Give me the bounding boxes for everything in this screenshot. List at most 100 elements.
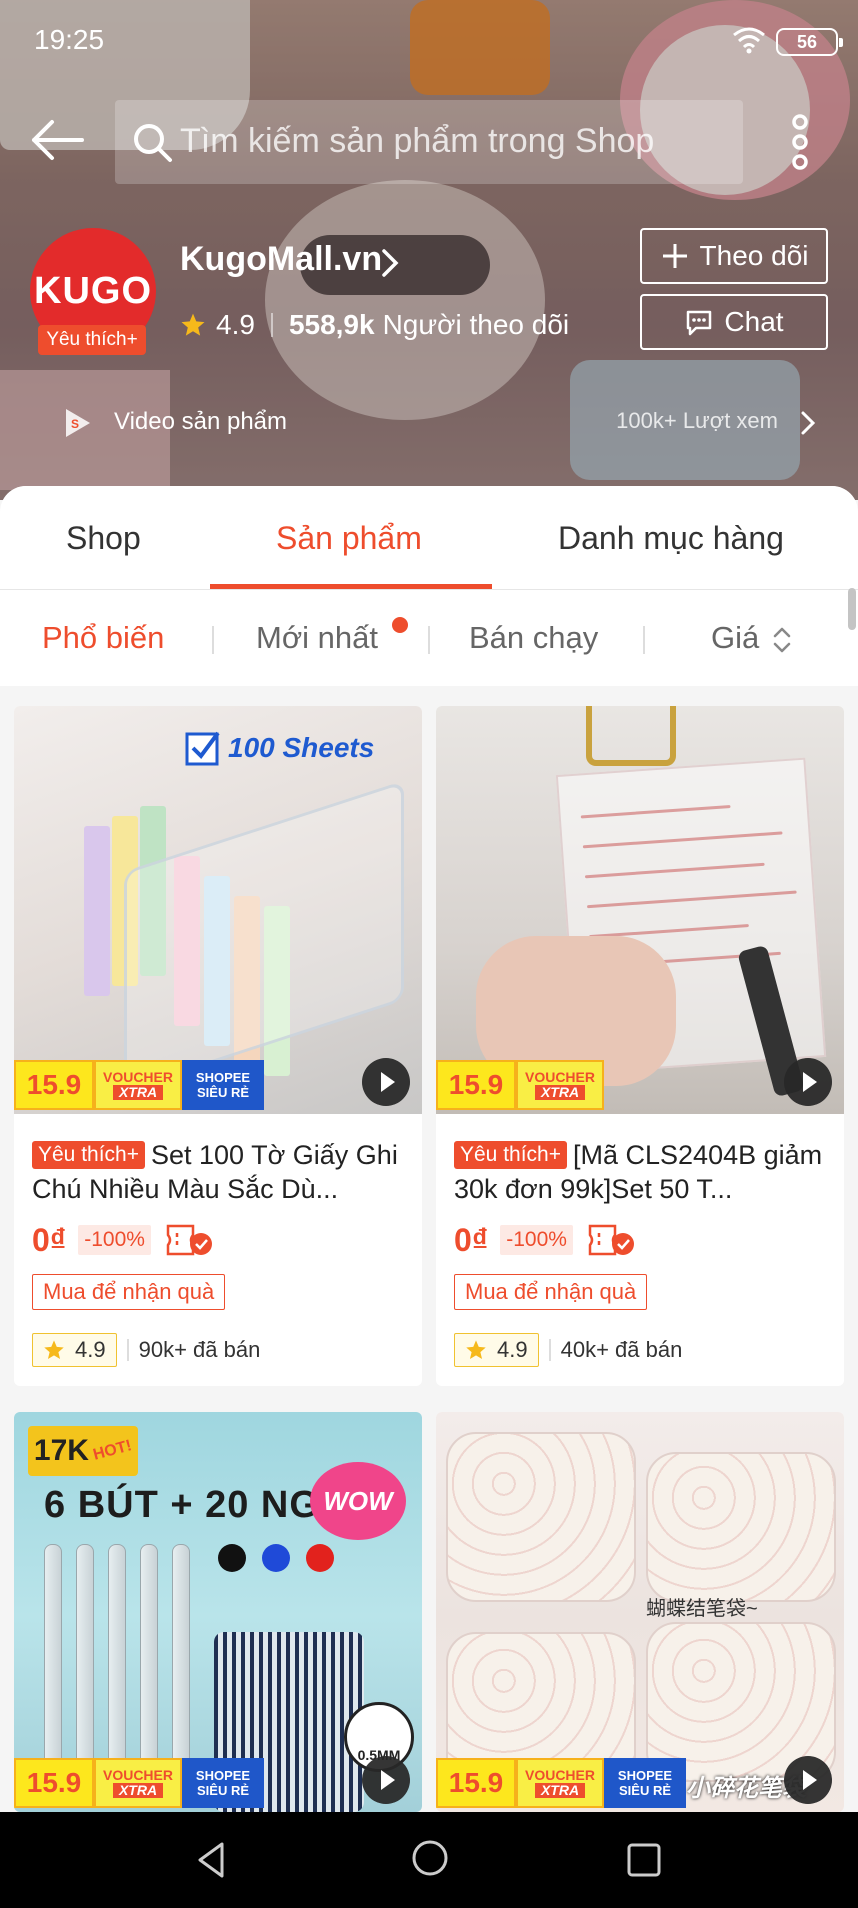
- play-icon[interactable]: [362, 1756, 410, 1804]
- handwriting-line: [586, 890, 797, 909]
- wow-burst: WOW: [310, 1462, 406, 1540]
- nav-recent-apps-icon[interactable]: [624, 1840, 664, 1880]
- product-card[interactable]: 100 Sheets 15.9 VOUCHER XTRA SHOPEE SIÊU R…: [14, 706, 422, 1386]
- chat-label: Chat: [724, 306, 784, 337]
- favorite-plus-tag: Yêu thích+: [454, 1141, 567, 1169]
- tab-products[interactable]: Sản phẩm: [276, 520, 422, 557]
- product-card[interactable]: 15.9 VOUCHER XTRA Yêu thích+ [Mã CLS2404B …: [436, 706, 844, 1386]
- voucher-text: VOUCHER: [102, 1069, 173, 1085]
- chat-bubble-icon: [687, 310, 712, 336]
- search-input[interactable]: [180, 118, 730, 164]
- sieu-re-badge: SHOPEE SIÊU RẺ: [604, 1758, 686, 1808]
- sort-arrows-icon[interactable]: [770, 624, 794, 656]
- sort-popular[interactable]: Phổ biến: [42, 620, 164, 656]
- play-icon[interactable]: [784, 1058, 832, 1106]
- more-options-icon[interactable]: [782, 112, 818, 172]
- voucher-xtra-badge: VOUCHER XTRA: [516, 1758, 604, 1808]
- product-image[interactable]: 蝴蝶结笔袋~ 小碎花笔袋 15.9 VOUCHER XTRA SHOPEE SIÊU…: [436, 1412, 844, 1812]
- scrollbar-thumb[interactable]: [848, 588, 856, 630]
- voucher-xtra-badge: VOUCHER XTRA: [94, 1758, 182, 1808]
- price-badge: 15.9: [436, 1060, 516, 1110]
- sort-newest[interactable]: Mới nhất: [256, 620, 378, 656]
- pencil-pouch: [446, 1432, 636, 1602]
- follow-label: Theo dõi: [699, 240, 809, 271]
- blue-ink-dot: [262, 1544, 290, 1572]
- xtra-text: XTRA: [534, 1085, 586, 1100]
- chat-button[interactable]: Chat: [640, 294, 828, 350]
- meta-divider: [548, 1339, 551, 1361]
- product-card[interactable]: 17K HOT! 6 BÚT + 20 NGÒI WOW 0.5MM 15.9 …: [14, 1412, 422, 1812]
- sticky-note-stack: [84, 826, 110, 996]
- status-bar: 19:25 56: [0, 0, 858, 80]
- sieu-re-text: SIÊU RẺ: [196, 1783, 249, 1798]
- promo-badges: 15.9 VOUCHER XTRA SHOPEE SIÊU RẺ: [14, 1758, 264, 1808]
- star-icon: [466, 1340, 486, 1359]
- nav-back-icon[interactable]: [192, 1840, 232, 1880]
- xtra-text: XTRA: [112, 1085, 164, 1100]
- video-views: 100k+ Lượt xem: [616, 408, 778, 433]
- sieu-re-badge: SHOPEE SIÊU RẺ: [182, 1758, 264, 1808]
- active-tab-indicator: [210, 584, 492, 589]
- voucher-check-icon: [588, 1224, 634, 1256]
- product-meta: 4.9 90k+ đã bán: [32, 1330, 404, 1370]
- hot-label: HOT!: [91, 1437, 134, 1464]
- voucher-check-icon: [166, 1224, 212, 1256]
- follower-count: 558,9k: [288, 309, 375, 340]
- black-ink-dot: [218, 1544, 246, 1572]
- voucher-text: VOUCHER: [524, 1069, 595, 1085]
- meta-divider: [126, 1339, 129, 1361]
- status-time: 19:25: [34, 24, 105, 55]
- gift-button[interactable]: Mua để nhận quà: [32, 1274, 226, 1310]
- product-image[interactable]: 100 Sheets 15.9 VOUCHER XTRA SHOPEE SIÊU R…: [14, 706, 422, 1114]
- handwriting-line: [584, 862, 765, 879]
- product-price: 0₫: [454, 1221, 489, 1258]
- follow-button[interactable]: Theo dõi: [640, 228, 828, 284]
- play-icon[interactable]: [362, 1058, 410, 1106]
- sort-best-selling[interactable]: Bán chạy: [469, 620, 598, 656]
- rating-pill: 4.9: [32, 1333, 117, 1367]
- price-row: 0₫ -100%: [32, 1220, 404, 1260]
- wifi-icon: [733, 27, 765, 54]
- product-title[interactable]: Yêu thích+ [Mã CLS2404B giảm 30k đơn 99k]…: [454, 1138, 826, 1206]
- nav-home-icon[interactable]: [410, 1838, 450, 1878]
- sheets-count-text: 100 Sheets: [228, 732, 375, 763]
- play-icon[interactable]: [784, 1756, 832, 1804]
- tab-categories[interactable]: Danh mục hàng: [558, 520, 784, 557]
- gift-button[interactable]: Mua để nhận quà: [454, 1274, 648, 1310]
- xtra-text: XTRA: [112, 1783, 164, 1798]
- checkbox-icon: [185, 731, 220, 766]
- sort-price[interactable]: Giá: [711, 620, 759, 656]
- promo-badges: 15.9 VOUCHER XTRA SHOPEE SIÊU RẺ: [436, 1758, 686, 1808]
- discount-badge: -100%: [78, 1225, 151, 1255]
- product-meta: 4.9 40k+ đã bán: [454, 1330, 826, 1370]
- product-image[interactable]: 15.9 VOUCHER XTRA: [436, 706, 844, 1114]
- shopee-text: SHOPEE: [195, 1768, 251, 1783]
- pencil-pouch: [646, 1452, 836, 1602]
- price-badge: 15.9: [14, 1758, 94, 1808]
- tab-shop[interactable]: Shop: [66, 520, 141, 557]
- favorite-plus-badge: Yêu thích+: [38, 325, 146, 355]
- chevron-right-icon[interactable]: [378, 248, 402, 278]
- sort-divider: [643, 626, 645, 654]
- product-card[interactable]: 蝴蝶结笔袋~ 小碎花笔袋 15.9 VOUCHER XTRA SHOPEE SIÊU…: [436, 1412, 844, 1812]
- product-title[interactable]: Yêu thích+ Set 100 Tờ Giấy Ghi Chú Nhiều …: [32, 1138, 404, 1206]
- shop-stats: 4.9 558,9k Người theo dõi: [180, 305, 569, 345]
- price-tag-text: 17K: [33, 1434, 89, 1467]
- video-label: Video sản phẩm: [114, 408, 288, 435]
- price-row: 0₫ -100%: [454, 1220, 826, 1260]
- sort-bar: Phổ biến Mới nhất Bán chạy Giá: [0, 590, 858, 686]
- battery-indicator: 56: [776, 28, 843, 56]
- shop-name[interactable]: KugoMall.vn: [180, 240, 382, 279]
- price-badge: 15.9: [14, 1060, 94, 1110]
- product-image[interactable]: 17K HOT! 6 BÚT + 20 NGÒI WOW 0.5MM 15.9 …: [14, 1412, 422, 1812]
- shopee-text: SHOPEE: [195, 1070, 251, 1085]
- gold-clip: [586, 706, 676, 766]
- back-arrow-icon[interactable]: [28, 115, 88, 165]
- plus-icon: [662, 244, 687, 268]
- discount-badge: -100%: [500, 1225, 573, 1255]
- product-video-bar[interactable]: S Video sản phẩm 100k+ Lượt xem: [40, 398, 818, 448]
- product-rating: 4.9: [497, 1337, 528, 1362]
- stats-divider: [270, 313, 273, 337]
- sieu-re-badge: SHOPEE SIÊU RẺ: [182, 1060, 264, 1110]
- new-indicator-dot: [392, 617, 408, 633]
